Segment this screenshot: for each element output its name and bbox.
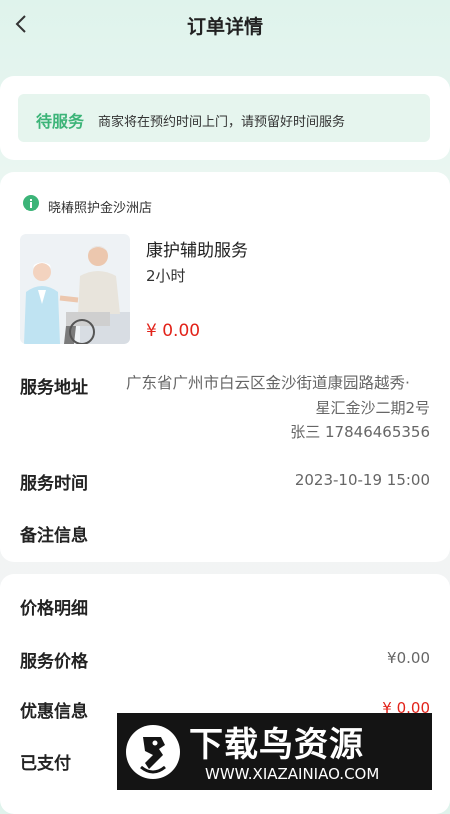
service-name: 康护辅助服务 bbox=[146, 241, 248, 261]
paid-label: 已支付 bbox=[20, 754, 71, 774]
page-title: 订单详情 bbox=[186, 16, 263, 38]
time-value: 2023-10-19 15:00 bbox=[294, 471, 430, 489]
watermark-banner: 下载鸟资源 WWW.XIAZAINIAO.COM bbox=[117, 713, 432, 790]
bird-logo-icon bbox=[126, 725, 180, 779]
store-name[interactable]: 晓椿照护金沙洲店 bbox=[48, 197, 152, 216]
store-icon bbox=[23, 195, 39, 211]
note-label: 备注信息 bbox=[20, 526, 88, 546]
status-label: 待服务 bbox=[36, 112, 85, 131]
discount-label: 优惠信息 bbox=[20, 702, 88, 722]
address-line-2: 星汇金沙二期2号 bbox=[315, 399, 430, 417]
address-label: 服务地址 bbox=[20, 378, 88, 398]
price-detail-title: 价格明细 bbox=[20, 599, 88, 619]
status-banner: 待服务 商家将在预约时间上门，请预留好时间服务 bbox=[18, 94, 430, 142]
service-price: ¥ 0.00 bbox=[146, 321, 201, 341]
watermark-url: WWW.XIAZAINIAO.COM bbox=[205, 765, 380, 783]
order-card: 晓椿照护金沙洲店 康护辅助服务 2小时 ¥ 0.00 服务地址 广东省广州市白云… bbox=[0, 172, 450, 562]
header: 订单详情 bbox=[0, 0, 450, 48]
address-line-1: 广东省广州市白云区金沙街道康园路越秀· bbox=[126, 374, 410, 392]
service-image bbox=[20, 234, 130, 344]
contact-info: 张三 17846465356 bbox=[290, 423, 430, 441]
time-label: 服务时间 bbox=[20, 474, 88, 494]
watermark-text: 下载鸟资源 bbox=[189, 725, 364, 765]
status-card: 待服务 商家将在预约时间上门，请预留好时间服务 bbox=[0, 76, 450, 160]
service-price-label: 服务价格 bbox=[20, 652, 88, 672]
service-price-value: ¥0.00 bbox=[387, 649, 430, 667]
status-description: 商家将在预约时间上门，请预留好时间服务 bbox=[98, 115, 346, 130]
service-duration: 2小时 bbox=[146, 267, 186, 285]
